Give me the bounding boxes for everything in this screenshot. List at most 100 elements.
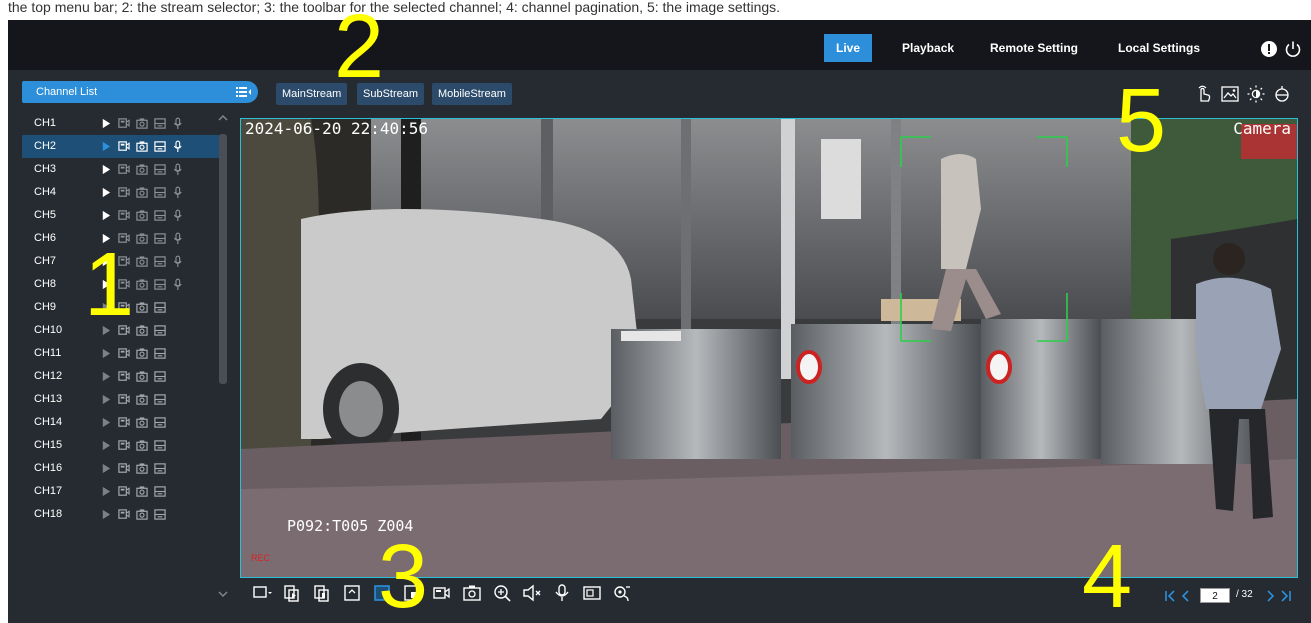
play-icon[interactable] (100, 416, 112, 429)
toolbar-zoom-icon[interactable] (492, 582, 512, 604)
record-icon[interactable] (118, 209, 130, 222)
toolbar-sequence-icon[interactable] (282, 582, 302, 604)
channel-row[interactable]: CH15 (22, 434, 226, 457)
first-page-icon[interactable] (1164, 588, 1176, 604)
toolbar-record-icon[interactable] (432, 582, 452, 604)
channel-row[interactable]: CH18 (22, 503, 226, 526)
microphone-icon[interactable] (172, 232, 184, 245)
last-page-icon[interactable] (1280, 588, 1292, 604)
manual-touch-icon[interactable] (1194, 84, 1214, 104)
screen-icon[interactable] (154, 163, 166, 176)
microphone-icon[interactable] (172, 255, 184, 268)
channel-list-scrollbar[interactable] (216, 112, 230, 600)
screen-icon[interactable] (154, 117, 166, 130)
screen-icon[interactable] (154, 140, 166, 153)
snapshot-icon[interactable] (136, 508, 148, 521)
record-icon[interactable] (118, 393, 130, 406)
play-icon[interactable] (100, 462, 112, 475)
record-icon[interactable] (118, 439, 130, 452)
channel-row[interactable]: CH7 (22, 250, 226, 273)
play-icon[interactable] (100, 232, 112, 245)
snapshot-icon[interactable] (136, 186, 148, 199)
scroll-down-icon[interactable] (218, 590, 228, 598)
screen-icon[interactable] (154, 462, 166, 475)
play-icon[interactable] (100, 370, 112, 383)
channel-row[interactable]: CH12 (22, 365, 226, 388)
microphone-icon[interactable] (172, 117, 184, 130)
play-icon[interactable] (100, 163, 112, 176)
screen-icon[interactable] (154, 301, 166, 314)
screen-icon[interactable] (154, 186, 166, 199)
snapshot-icon[interactable] (136, 117, 148, 130)
channel-list-header[interactable]: Channel List (22, 81, 258, 103)
screen-icon[interactable] (154, 485, 166, 498)
screen-icon[interactable] (154, 508, 166, 521)
play-icon[interactable] (100, 278, 112, 291)
play-icon[interactable] (100, 117, 112, 130)
mobilestream-button[interactable]: MobileStream (432, 83, 512, 105)
play-icon[interactable] (100, 186, 112, 199)
record-icon[interactable] (118, 232, 130, 245)
play-icon[interactable] (100, 209, 112, 222)
substream-button[interactable]: SubStream (357, 83, 425, 105)
channel-row[interactable]: CH2 (22, 135, 226, 158)
snapshot-icon[interactable] (136, 324, 148, 337)
tab-live[interactable]: Live (824, 34, 873, 62)
record-icon[interactable] (118, 462, 130, 475)
channel-row[interactable]: CH4 (22, 181, 226, 204)
record-icon[interactable] (118, 278, 130, 291)
screen-icon[interactable] (154, 324, 166, 337)
snapshot-icon[interactable] (136, 462, 148, 475)
play-icon[interactable] (100, 347, 112, 360)
record-icon[interactable] (118, 301, 130, 314)
screen-icon[interactable] (154, 416, 166, 429)
play-icon[interactable] (100, 255, 112, 268)
scroll-thumb[interactable] (219, 134, 227, 384)
snapshot-icon[interactable] (136, 485, 148, 498)
snapshot-icon[interactable] (136, 370, 148, 383)
screen-icon[interactable] (154, 255, 166, 268)
toolbar-playback-icon[interactable] (312, 582, 332, 604)
channel-row[interactable]: CH16 (22, 457, 226, 480)
play-icon[interactable] (100, 508, 112, 521)
play-icon[interactable] (100, 393, 112, 406)
ptz-icon[interactable] (1272, 84, 1292, 104)
microphone-icon[interactable] (172, 163, 184, 176)
screen-icon[interactable] (154, 232, 166, 245)
mainstream-button[interactable]: MainStream (276, 83, 348, 105)
record-icon[interactable] (118, 324, 130, 337)
screen-icon[interactable] (154, 370, 166, 383)
alert-icon[interactable] (1260, 40, 1278, 58)
snapshot-icon[interactable] (136, 278, 148, 291)
channel-row[interactable]: CH17 (22, 480, 226, 503)
record-icon[interactable] (118, 508, 130, 521)
image-adjust-icon[interactable] (1220, 84, 1240, 104)
screen-icon[interactable] (154, 209, 166, 222)
record-icon[interactable] (118, 347, 130, 360)
play-icon[interactable] (100, 301, 112, 314)
channel-row[interactable]: CH5 (22, 204, 226, 227)
microphone-icon[interactable] (172, 278, 184, 291)
tab-playback[interactable]: Playback (890, 34, 966, 62)
channel-row[interactable]: CH1 (22, 112, 226, 135)
channel-row[interactable]: CH6 (22, 227, 226, 250)
toolbar-snapshot-icon[interactable] (462, 582, 482, 604)
scroll-up-icon[interactable] (218, 114, 228, 122)
record-icon[interactable] (118, 416, 130, 429)
toolbar-fullscreen-icon[interactable] (342, 582, 362, 604)
toolbar-microphone-icon[interactable] (552, 582, 572, 604)
channel-row[interactable]: CH3 (22, 158, 226, 181)
snapshot-icon[interactable] (136, 393, 148, 406)
play-icon[interactable] (100, 324, 112, 337)
snapshot-icon[interactable] (136, 255, 148, 268)
snapshot-icon[interactable] (136, 163, 148, 176)
power-icon[interactable] (1284, 40, 1302, 58)
microphone-icon[interactable] (172, 140, 184, 153)
page-number-input[interactable]: 2 (1200, 588, 1230, 603)
toolbar-zoom-window-icon[interactable] (372, 582, 392, 604)
snapshot-icon[interactable] (136, 209, 148, 222)
record-icon[interactable] (118, 370, 130, 383)
toolbar-pip-icon[interactable] (402, 582, 422, 604)
channel-row[interactable]: CH9 (22, 296, 226, 319)
previous-page-icon[interactable] (1180, 588, 1192, 604)
